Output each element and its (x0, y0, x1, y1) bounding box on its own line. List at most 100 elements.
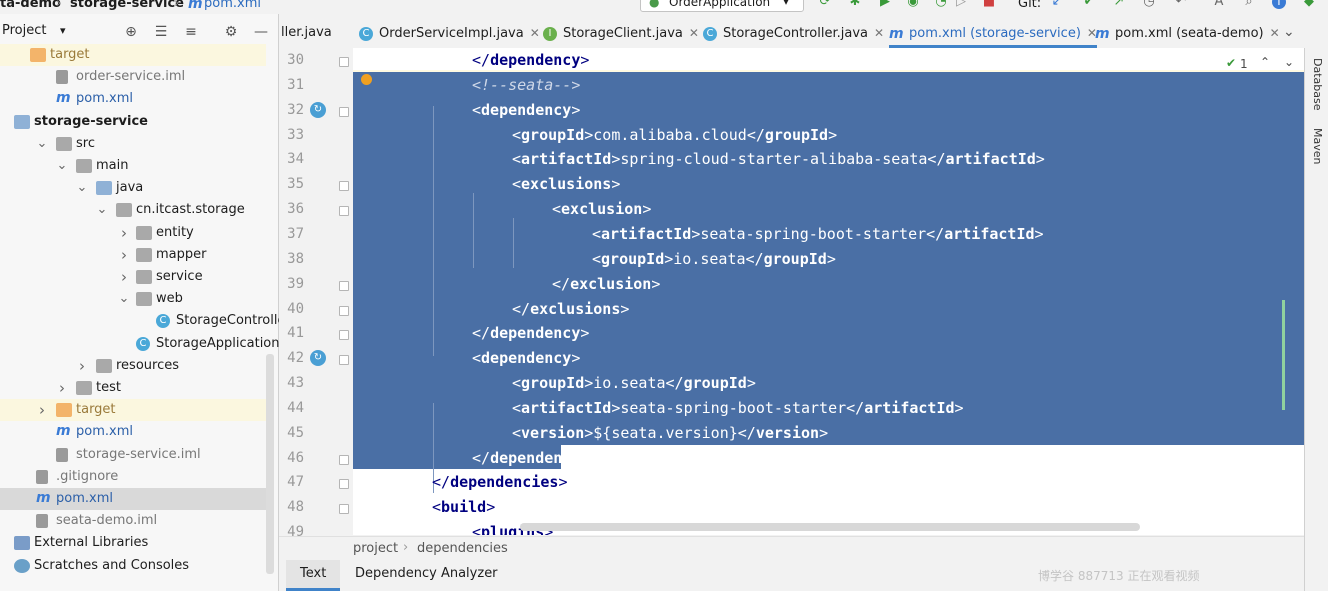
project-tree-item[interactable]: m pom.xml (0, 488, 266, 510)
editor-tab[interactable]: m pom.xml (seata-demo) ✕ (1095, 18, 1280, 48)
close-icon[interactable]: ✕ (1270, 26, 1280, 40)
fold-marker-icon[interactable] (339, 479, 349, 490)
dependency-update-icon[interactable]: ↻ (310, 350, 326, 367)
breadcrumb-file[interactable]: pom.xml (204, 0, 261, 11)
inspection-widget[interactable]: ✔ 1 ⌃ ⌄ (1222, 54, 1302, 74)
hide-icon[interactable]: — (252, 23, 270, 41)
attach-icon[interactable]: ▷ (954, 0, 968, 9)
project-tree-item[interactable]: .gitignore (0, 466, 266, 488)
fold-marker-icon[interactable] (339, 280, 349, 291)
project-tree-item[interactable]: › mapper (0, 244, 266, 266)
close-icon[interactable]: ✕ (689, 26, 699, 40)
maven-tool-button[interactable]: Maven (1311, 128, 1324, 164)
locate-icon[interactable]: ⊕ (122, 23, 140, 41)
code-editor[interactable]: </dependency> <!--seata--> <dependency> <gr… (353, 48, 1304, 535)
breadcrumb-module[interactable]: storage-service (70, 0, 184, 11)
build-icon[interactable]: ⟳ (818, 0, 832, 9)
project-tree-item[interactable]: ⌄ src (0, 133, 266, 155)
editor-tab[interactable]: C OrderServiceImpl.java ✕ (359, 18, 540, 48)
chevron-right-icon[interactable]: › (56, 377, 68, 399)
expand-all-icon[interactable]: ☰ (152, 23, 170, 41)
plugin-icon[interactable]: ◆ (1302, 0, 1316, 9)
fold-marker-icon[interactable] (339, 206, 349, 217)
editor-tab[interactable]: I StorageClient.java ✕ (543, 18, 699, 48)
chevron-down-icon[interactable]: ⌄ (96, 199, 108, 221)
project-tree-item[interactable]: › resources (0, 355, 266, 377)
stop-icon[interactable]: ■ (982, 0, 996, 9)
horizontal-scrollbar[interactable] (520, 523, 1140, 531)
editor-tab[interactable]: ller.java (281, 18, 332, 48)
run-configuration-select[interactable]: ● OrderApplication ▾ (640, 0, 804, 12)
project-tree-item[interactable]: C StorageControlle (0, 310, 285, 332)
breakpoint-dot[interactable] (361, 74, 372, 85)
gear-icon[interactable]: ⚙ (222, 23, 240, 41)
chevron-right-icon[interactable]: › (118, 244, 130, 266)
project-tree-item[interactable]: ›target (0, 399, 266, 422)
dependency-update-icon[interactable]: ↻ (310, 101, 326, 118)
chevron-up-icon[interactable]: ⌃ (1260, 55, 1270, 69)
project-tree-item[interactable]: › service (0, 266, 266, 288)
project-tree-item[interactable]: seata-demo.iml (0, 510, 266, 532)
chevron-right-icon[interactable]: › (118, 222, 130, 244)
editor-tab[interactable]: C StorageController.java ✕ (703, 18, 884, 48)
chevron-down-icon[interactable]: ⌄ (1283, 24, 1295, 40)
translate-icon[interactable]: A (1212, 0, 1226, 9)
update-icon[interactable]: ↑ (1272, 0, 1286, 9)
run-icon[interactable]: ▶ (878, 0, 892, 9)
profile-icon[interactable]: ◔ (934, 0, 948, 9)
project-tree-item[interactable]: ⌄ main (0, 155, 266, 177)
project-tree-item[interactable]: ⌄storage-service (0, 111, 266, 133)
fold-marker-icon[interactable] (339, 181, 349, 192)
rollback-icon[interactable]: ↶ (1174, 0, 1188, 9)
chevron-right-icon[interactable]: › (76, 355, 88, 377)
history-icon[interactable]: ◷ (1142, 0, 1156, 9)
project-panel-title[interactable]: Project (2, 23, 46, 38)
fold-marker-icon[interactable] (339, 355, 349, 366)
chevron-right-icon[interactable]: › (118, 266, 130, 288)
project-tree-item[interactable]: ⌄ web (0, 288, 266, 310)
search-icon[interactable]: ⌕ (1242, 0, 1256, 9)
close-icon[interactable]: ✕ (530, 26, 540, 40)
fold-marker-icon[interactable] (339, 330, 349, 341)
line-number: 47 (287, 474, 304, 491)
chevron-right-icon[interactable]: › (36, 399, 48, 421)
database-tool-button[interactable]: Database (1311, 58, 1324, 111)
project-tree-item[interactable]: m pom.xml (0, 88, 266, 110)
project-tree-item[interactable]: ⌄ java (0, 177, 266, 199)
chevron-down-icon[interactable]: ▾ (60, 24, 66, 37)
chevron-down-icon[interactable]: ⌄ (36, 133, 48, 155)
git-update-icon[interactable]: ↙ (1050, 0, 1064, 9)
coverage-icon[interactable]: ◉ (906, 0, 920, 9)
breadcrumb-dependencies-node[interactable]: dependencies (417, 541, 508, 556)
project-tree-item[interactable]: External Libraries (0, 532, 266, 554)
breadcrumb-project[interactable]: ta-demo (0, 0, 61, 11)
project-tree-item[interactable]: m pom.xml (0, 421, 266, 443)
project-tree-item[interactable]: › test (0, 377, 266, 399)
tab-dependency-analyzer[interactable]: Dependency Analyzer (341, 560, 512, 588)
git-push-icon[interactable]: ↗ (1112, 0, 1126, 9)
project-tree-item[interactable]: C StorageApplication (0, 333, 280, 355)
fold-marker-icon[interactable] (339, 454, 349, 465)
tab-text[interactable]: Text (286, 560, 341, 591)
chevron-down-icon[interactable]: ⌄ (76, 177, 88, 199)
project-tree-item[interactable]: Scratches and Consoles (0, 555, 266, 577)
fold-marker-icon[interactable] (339, 106, 349, 117)
fold-marker-icon[interactable] (339, 305, 349, 316)
fold-marker-icon[interactable] (339, 57, 349, 67)
project-tree-item[interactable]: order-service.iml (0, 66, 266, 88)
project-scrollbar[interactable] (266, 354, 274, 574)
fold-marker-icon[interactable] (339, 504, 349, 515)
project-tree-item[interactable]: ›target (0, 44, 266, 66)
debug-icon[interactable]: ✱ (848, 0, 862, 9)
breadcrumb-project-node[interactable]: project (353, 541, 398, 556)
chevron-down-icon[interactable]: ⌄ (1284, 55, 1294, 69)
git-commit-icon[interactable]: ✔ (1082, 0, 1096, 9)
editor-tab[interactable]: m pom.xml (storage-service) ✕ (889, 18, 1097, 48)
collapse-all-icon[interactable]: ≡ (182, 23, 200, 41)
project-tree-item[interactable]: ⌄ cn.itcast.storage (0, 199, 266, 221)
chevron-down-icon[interactable]: ⌄ (56, 155, 68, 177)
project-tree-item[interactable]: › entity (0, 222, 266, 244)
project-tree-item[interactable]: storage-service.iml (0, 444, 266, 466)
chevron-down-icon[interactable]: ⌄ (118, 288, 130, 310)
close-icon[interactable]: ✕ (874, 26, 884, 40)
